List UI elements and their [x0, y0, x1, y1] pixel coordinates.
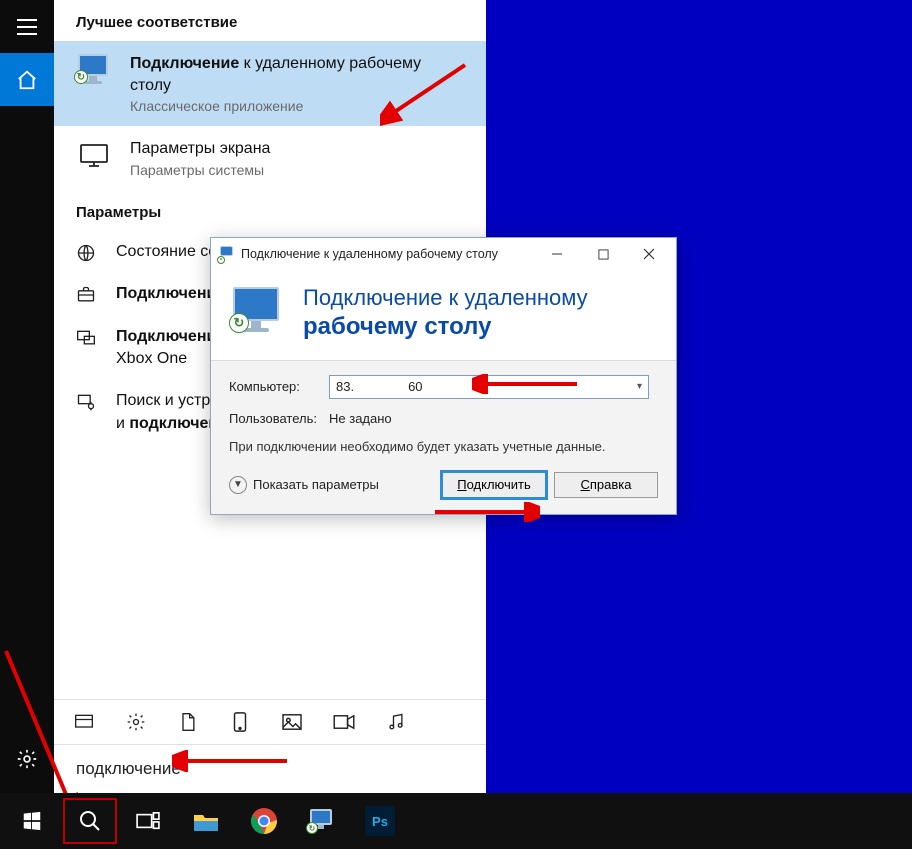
taskview-button[interactable] [120, 797, 176, 845]
home-button[interactable] [0, 53, 54, 106]
rdp-title-icon: • [219, 246, 235, 262]
help-button[interactable]: Справка [554, 472, 658, 498]
rdp-app-icon: ↻ [76, 53, 112, 89]
computer-label: Компьютер: [229, 379, 329, 394]
search-button[interactable] [62, 797, 118, 845]
start-rail [0, 0, 54, 793]
result-remote-desktop[interactable]: ↻ Подключение к удаленному рабочему стол… [54, 41, 486, 126]
banner-line1: Подключение к удаленному [303, 284, 588, 312]
home-icon [16, 69, 38, 91]
credentials-note: При подключении необходимо будет указать… [229, 438, 658, 456]
taskbar-rdp[interactable]: ↻ [294, 797, 350, 845]
result-subtitle: Параметры системы [130, 162, 464, 178]
filter-document-icon[interactable] [176, 710, 200, 734]
taskbar-photoshop[interactable]: Ps [352, 797, 408, 845]
banner-line2: рабочему столу [303, 312, 588, 342]
result-display-settings[interactable]: Параметры экрана Параметры системы [54, 126, 486, 190]
rdp-window: • Подключение к удаленному рабочему стол… [210, 237, 677, 515]
settings-button[interactable] [0, 732, 54, 785]
best-match-header: Лучшее соответствие [54, 0, 486, 41]
search-icon [78, 809, 102, 833]
rdp-window-title: Подключение к удаленному рабочему столу [241, 247, 498, 261]
filter-settings-icon[interactable] [124, 710, 148, 734]
filter-bar [54, 699, 486, 744]
filter-video-icon[interactable] [332, 710, 356, 734]
rdp-titlebar[interactable]: • Подключение к удаленному рабочему стол… [211, 238, 676, 270]
filter-music-icon[interactable] [384, 710, 408, 734]
explorer-icon [191, 806, 221, 836]
chevron-down-icon: ▼ [229, 476, 247, 494]
hamburger-icon [17, 19, 37, 35]
filter-image-icon[interactable] [280, 710, 304, 734]
rdp-icon: ↻ [307, 806, 337, 836]
start-button[interactable] [4, 797, 60, 845]
tools-icon [76, 390, 98, 412]
cast-icon [76, 326, 98, 348]
maximize-button[interactable] [580, 239, 626, 269]
chevron-down-icon: ▾ [637, 381, 642, 392]
search-input[interactable]: подключение [54, 744, 486, 793]
monitor-icon [76, 138, 112, 174]
rdp-banner: ↻ Подключение к удаленному рабочему стол… [211, 270, 676, 361]
taskbar-explorer[interactable] [178, 797, 234, 845]
close-button[interactable] [626, 239, 672, 269]
computer-combo[interactable]: 83.60 ▾ [329, 375, 649, 399]
globe-icon [76, 241, 98, 263]
windows-icon [21, 810, 43, 832]
filter-app-icon[interactable] [72, 710, 96, 734]
result-title: Параметры экрана [130, 138, 464, 160]
rdp-banner-icon: ↻ [229, 285, 285, 341]
filter-phone-icon[interactable] [228, 710, 252, 734]
minimize-button[interactable] [534, 239, 580, 269]
chrome-icon [249, 806, 279, 836]
taskview-icon [135, 811, 161, 831]
result-title: Подключение к удаленному рабочему столу [130, 53, 464, 96]
computer-value: 83.60 [336, 379, 423, 394]
taskbar: ↻ Ps [0, 793, 912, 849]
connect-button[interactable]: Подключить [442, 472, 546, 498]
gear-icon [16, 748, 38, 770]
taskbar-chrome[interactable] [236, 797, 292, 845]
show-options-toggle[interactable]: ▼ Показать параметры [229, 476, 379, 494]
result-subtitle: Классическое приложение [130, 98, 464, 114]
photoshop-icon: Ps [365, 806, 395, 836]
briefcase-icon [76, 283, 98, 305]
user-value: Не задано [329, 411, 392, 426]
user-label: Пользователь: [229, 411, 329, 426]
menu-button[interactable] [0, 0, 54, 53]
settings-header: Параметры [54, 190, 486, 231]
